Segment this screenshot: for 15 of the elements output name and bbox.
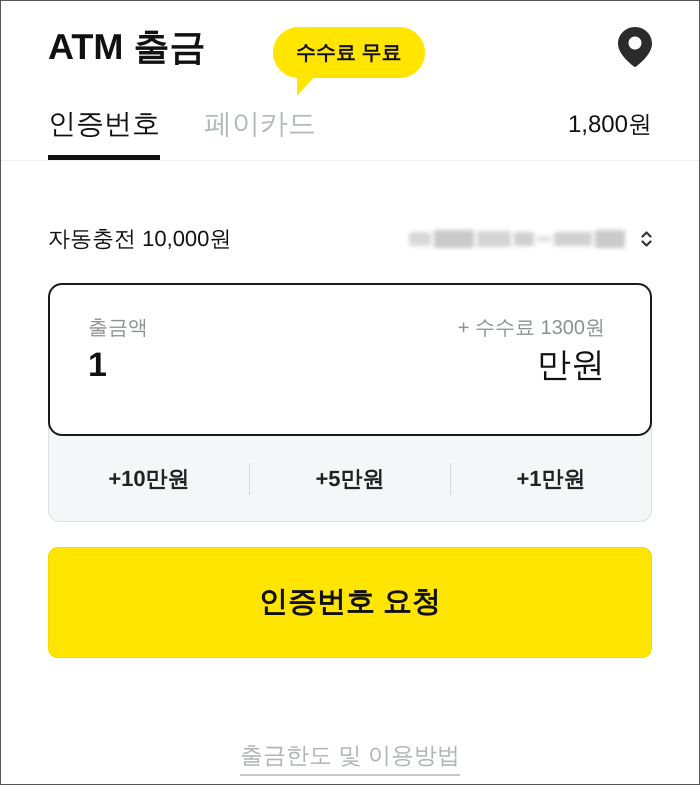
- unit-label: 만원: [537, 345, 605, 385]
- balance-amount: 1,800원: [568, 110, 652, 140]
- location-pin-icon[interactable]: [618, 27, 652, 67]
- quick-add-button[interactable]: +1만원: [516, 464, 586, 494]
- page-title: ATM 출금: [48, 25, 206, 69]
- auto-charge-label: 자동충전 10,000원: [48, 225, 232, 253]
- quick-add-button[interactable]: +10만원: [108, 464, 190, 494]
- request-code-button[interactable]: 인증번호 요청: [48, 547, 652, 658]
- tab[interactable]: 인증번호: [48, 107, 160, 160]
- amount-label: 출금액: [88, 316, 148, 341]
- quick-add-button[interactable]: +5만원: [315, 464, 385, 494]
- fee-text: + 수수료 1300원: [458, 316, 605, 341]
- amount-input-card[interactable]: 출금액 + 수수료 1300원 1 만원: [48, 283, 652, 436]
- amount-value: 1: [88, 345, 107, 385]
- chevron-up-down-icon[interactable]: [641, 230, 652, 248]
